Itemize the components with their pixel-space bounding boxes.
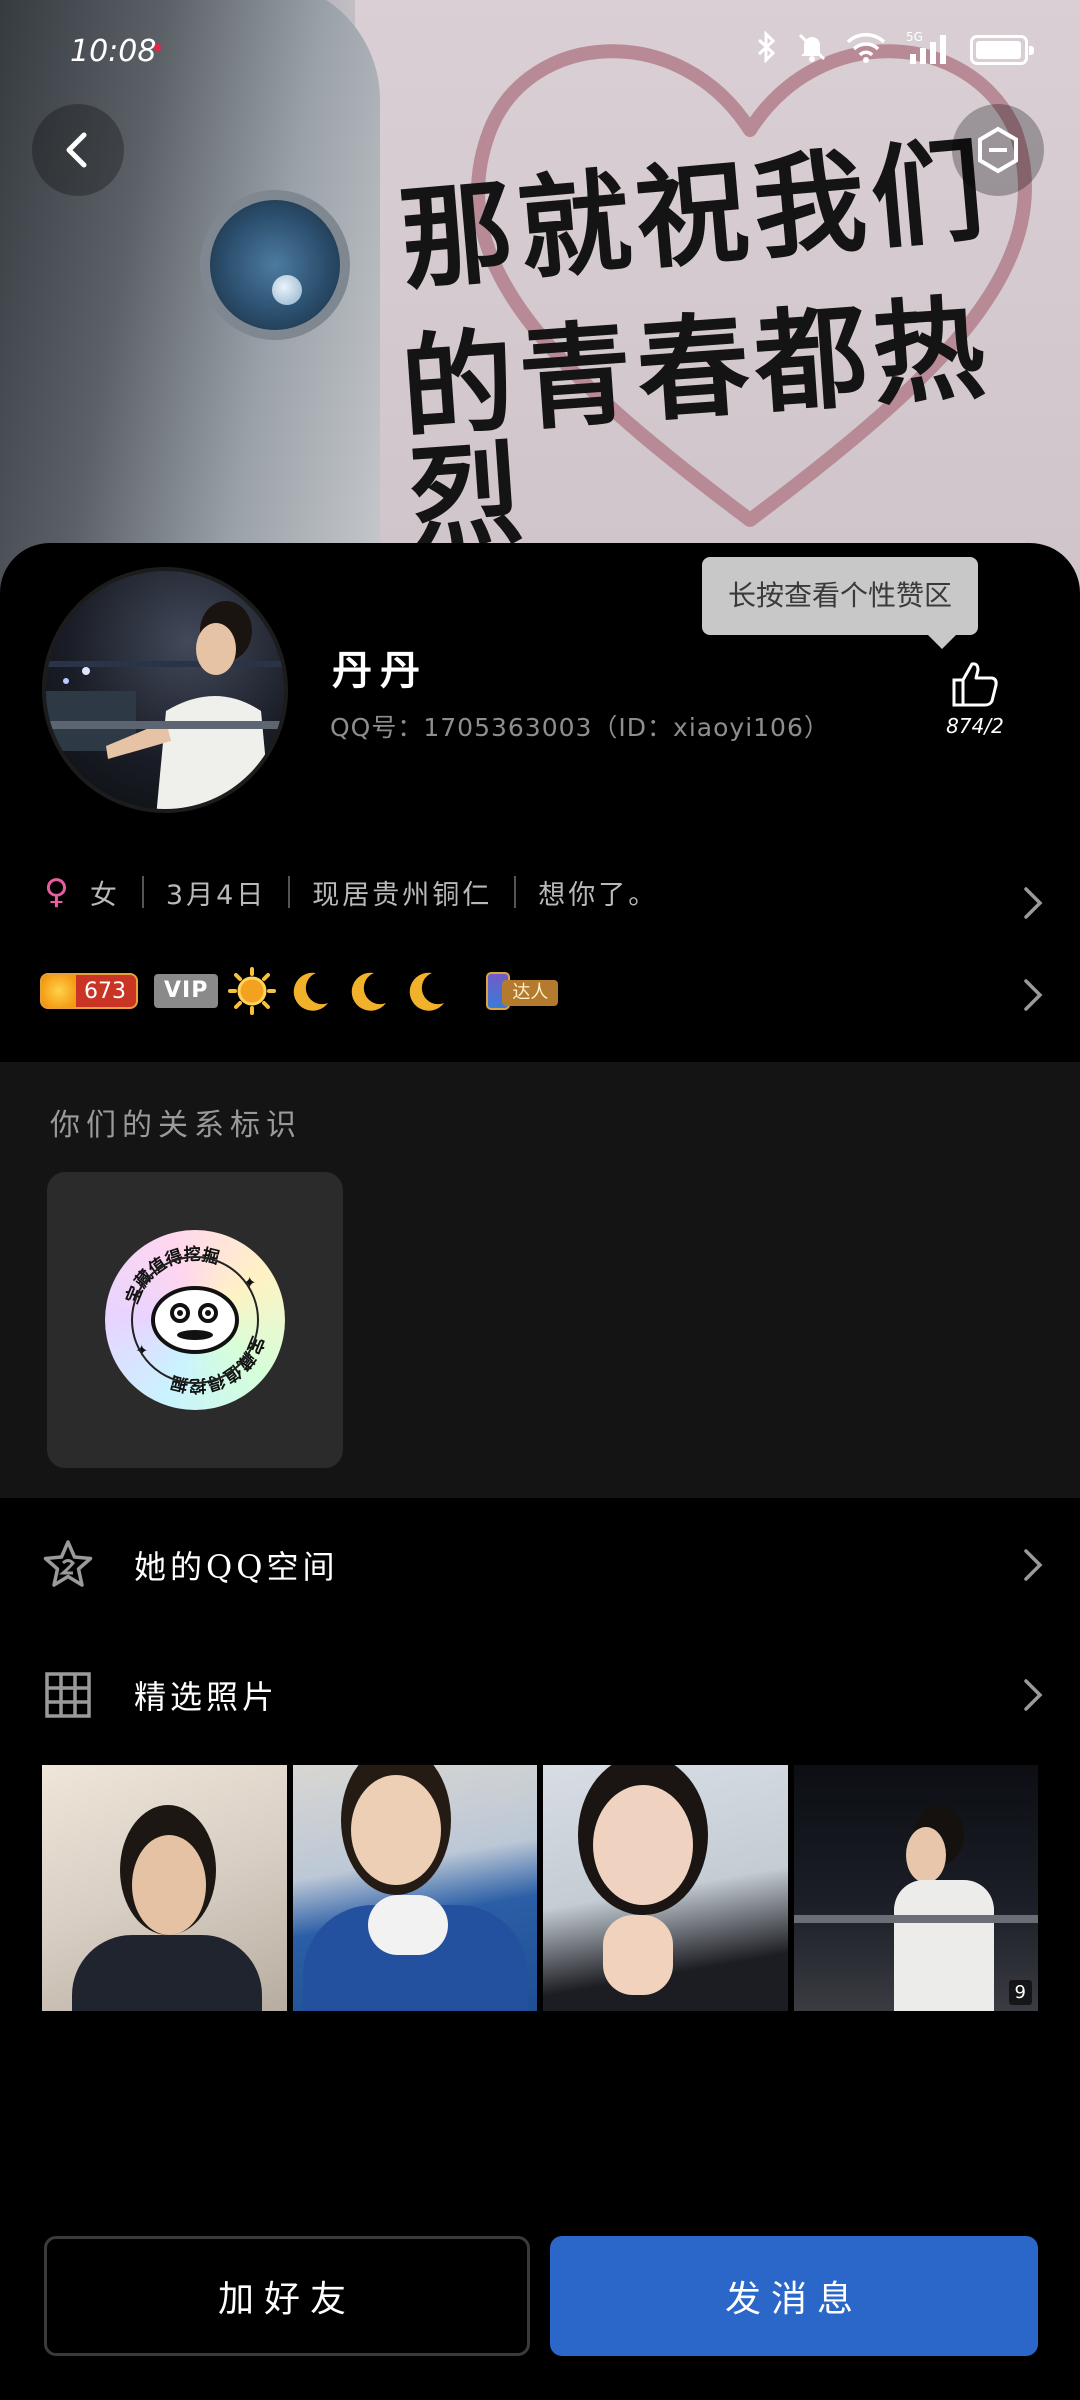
moon-icon bbox=[286, 967, 334, 1015]
profile-info-row[interactable]: ♀ 女 3月4日 现居贵州铜仁 想你了。 bbox=[44, 872, 658, 912]
like-count: 874/2 bbox=[946, 714, 1004, 738]
photo-thumbnail[interactable] bbox=[292, 1765, 537, 2011]
grid-icon bbox=[45, 1672, 91, 1718]
face-icon bbox=[151, 1286, 239, 1354]
status-time: 10:08 bbox=[70, 34, 157, 69]
chevron-right-icon[interactable] bbox=[1016, 978, 1050, 1012]
network-type: 5G bbox=[906, 30, 923, 44]
qq-number[interactable]: QQ号：1705363003（ID：xiaoyi106） bbox=[330, 708, 830, 744]
cover-lens bbox=[200, 190, 350, 340]
relation-section: 你们的关系标识 宝藏值得挖掘 宝藏值得挖掘 ✦ ✦ bbox=[0, 1062, 1080, 1498]
signature-text: 想你了。 bbox=[538, 879, 659, 911]
moon-icon bbox=[402, 967, 450, 1015]
photos-label: 精选照片 bbox=[134, 1678, 279, 1716]
back-button[interactable] bbox=[32, 104, 124, 196]
thumbs-up-icon bbox=[952, 662, 998, 707]
level-value: 673 bbox=[84, 978, 126, 1004]
star-icon bbox=[43, 1540, 93, 1587]
cover-caption-line2: 的青春都热烈 bbox=[397, 282, 996, 567]
avatar[interactable] bbox=[42, 567, 288, 813]
profile-name: 丹丹 bbox=[332, 647, 428, 694]
photo-thumbnail[interactable] bbox=[543, 1765, 788, 2011]
qzone-row[interactable]: 她的QQ空间 bbox=[0, 1510, 1080, 1620]
mute-icon bbox=[796, 31, 828, 69]
relation-emoji bbox=[131, 1256, 259, 1384]
add-friend-button[interactable]: 加好友 bbox=[44, 2236, 530, 2356]
photo-thumbnail[interactable]: 9 bbox=[793, 1765, 1038, 2011]
relation-title: 你们的关系标识 bbox=[50, 1108, 302, 1143]
chevron-right-icon bbox=[1016, 1678, 1050, 1712]
sun-icon bbox=[228, 967, 277, 1015]
hexagon-icon bbox=[978, 126, 1018, 174]
chevron-right-icon bbox=[1016, 1548, 1050, 1582]
status-icons: 5G bbox=[756, 30, 1034, 70]
photo-railing bbox=[793, 1915, 1038, 1923]
gender-text: 女 bbox=[89, 879, 120, 911]
gender-icon: ♀ bbox=[44, 872, 72, 912]
photo-body bbox=[893, 1880, 994, 2011]
photo-hand bbox=[603, 1915, 673, 1995]
daren-label: 达人 bbox=[502, 980, 559, 1006]
badges-row[interactable]: 673 VIP 达人 bbox=[40, 966, 564, 1016]
wifi-icon bbox=[846, 31, 886, 69]
divider bbox=[288, 876, 291, 908]
photo-collar bbox=[367, 1895, 448, 1955]
divider bbox=[141, 876, 144, 908]
qzone-label: 她的QQ空间 bbox=[134, 1548, 339, 1586]
status-bar: 10:08 5G bbox=[0, 0, 1080, 100]
more-button[interactable] bbox=[952, 104, 1044, 196]
coin-icon bbox=[42, 975, 76, 1007]
back-arrow-icon bbox=[66, 132, 87, 168]
birthday-text: 3月4日 bbox=[165, 879, 267, 911]
photo-face bbox=[905, 1827, 946, 1883]
like-tooltip: 长按查看个性赞区 bbox=[702, 557, 979, 649]
like-button[interactable]: 874/2 bbox=[940, 660, 1010, 738]
profile-page: 那就祝我们 的青春都热烈 10:08 5G 丹丹 QQ号：1705363003（… bbox=[0, 0, 1080, 2400]
divider bbox=[514, 876, 517, 908]
location-text: 现居贵州铜仁 bbox=[312, 879, 493, 911]
bluetooth-icon bbox=[756, 30, 778, 69]
moon-icon bbox=[344, 967, 392, 1015]
relation-badge: 宝藏值得挖掘 宝藏值得挖掘 ✦ ✦ bbox=[105, 1230, 285, 1410]
daren-badge: 达人 bbox=[472, 966, 564, 1016]
photos-row[interactable]: 精选照片 bbox=[0, 1640, 1080, 1750]
signal-icon: 5G bbox=[904, 30, 952, 70]
avatar-image bbox=[46, 601, 284, 809]
photo-body bbox=[72, 1935, 262, 2011]
chevron-right-icon[interactable] bbox=[1016, 886, 1050, 920]
vip-badge: VIP bbox=[154, 974, 219, 1008]
relation-badge-tile[interactable]: 宝藏值得挖掘 宝藏值得挖掘 ✦ ✦ bbox=[47, 1172, 343, 1468]
notification-dot bbox=[154, 44, 161, 51]
battery-icon bbox=[970, 35, 1034, 65]
photo-face bbox=[132, 1835, 206, 1935]
photo-thumbnail[interactable] bbox=[42, 1765, 287, 2011]
photo-face bbox=[350, 1775, 441, 1885]
cover-lens-dot bbox=[272, 275, 302, 305]
send-message-button[interactable]: 发消息 bbox=[550, 2236, 1038, 2356]
level-badge: 673 bbox=[40, 973, 138, 1009]
photo-count-badge: 9 bbox=[1008, 1980, 1032, 2005]
photo-strip: 9 bbox=[42, 1765, 1038, 2011]
photo-face bbox=[593, 1785, 693, 1905]
